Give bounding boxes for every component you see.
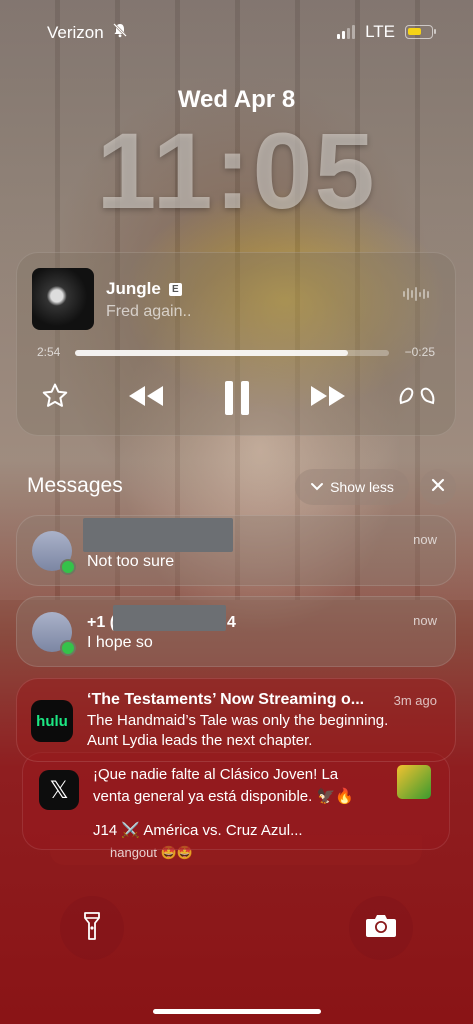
home-indicator[interactable] bbox=[153, 1009, 321, 1014]
close-icon bbox=[431, 478, 445, 497]
rewind-icon[interactable] bbox=[125, 381, 167, 416]
waveform-icon bbox=[403, 287, 429, 301]
clear-group-button[interactable] bbox=[420, 469, 456, 505]
signal-icon bbox=[337, 25, 356, 39]
avatar bbox=[32, 531, 76, 575]
chevron-down-icon bbox=[310, 479, 324, 495]
hulu-title: ‘The Testaments’ Now Streaming o... bbox=[87, 691, 365, 708]
x-app-icon: 𝕏 bbox=[39, 770, 79, 810]
notification-group-title: Messages bbox=[27, 474, 123, 497]
network-label: LTE bbox=[365, 22, 395, 41]
message-notification[interactable]: Not too sure now bbox=[16, 515, 456, 586]
message-time: now bbox=[413, 532, 437, 547]
hulu-time: 3m ago bbox=[393, 693, 437, 708]
hulu-body-line2: Aunt Lydia leads the next chapter. bbox=[87, 732, 313, 749]
pause-icon[interactable] bbox=[221, 381, 253, 420]
artist-name: Fred again.. bbox=[106, 303, 192, 320]
airpods-icon[interactable] bbox=[397, 381, 437, 416]
x-notification[interactable]: 𝕏 ¡Que nadie falte al Clásico Joven! La … bbox=[22, 752, 450, 850]
song-title: Jungle bbox=[106, 279, 161, 298]
elapsed-time: 2:54 bbox=[37, 345, 61, 359]
camera-button[interactable] bbox=[349, 896, 413, 960]
hulu-body-line1: The Handmaid’s Tale was only the beginni… bbox=[87, 712, 389, 729]
carrier-label: Verizon bbox=[47, 22, 104, 42]
x-thumbnail bbox=[397, 765, 431, 799]
explicit-badge: E bbox=[168, 282, 182, 296]
show-less-label: Show less bbox=[330, 479, 394, 495]
avatar bbox=[32, 612, 76, 656]
flashlight-icon bbox=[83, 911, 101, 946]
redacted-sender bbox=[113, 605, 226, 631]
battery-icon bbox=[405, 25, 436, 39]
show-less-button[interactable]: Show less bbox=[295, 469, 409, 505]
status-right: LTE bbox=[337, 22, 436, 42]
progress-fill bbox=[75, 350, 349, 356]
hulu-app-icon: hulu bbox=[31, 700, 73, 742]
camera-icon bbox=[365, 913, 397, 944]
flashlight-button[interactable] bbox=[60, 896, 124, 960]
message-body: Not too sure bbox=[87, 553, 175, 570]
message-sender: +1 ( bbox=[87, 614, 116, 631]
x-body-line3: J14 ⚔️ América vs. Cruz Azul... bbox=[93, 822, 303, 839]
album-art[interactable] bbox=[32, 268, 94, 330]
hulu-notification[interactable]: hulu ‘The Testaments’ Now Streaming o...… bbox=[16, 678, 456, 762]
x-body-line1: ¡Que nadie falte al Clásico Joven! La bbox=[93, 766, 339, 783]
song-title-row: Jungle E bbox=[106, 279, 182, 299]
x-body-line2: venta general ya está disponible. 🦅🔥 bbox=[93, 788, 354, 805]
fast-forward-icon[interactable] bbox=[307, 381, 349, 416]
messages-app-badge bbox=[60, 640, 76, 656]
star-icon[interactable] bbox=[40, 381, 70, 416]
redacted-sender bbox=[83, 518, 233, 552]
message-body: I hope so bbox=[87, 634, 153, 651]
remaining-time: −0:25 bbox=[404, 345, 435, 359]
lockscreen-time: 11:05 bbox=[96, 110, 377, 231]
bell-slash-icon bbox=[112, 22, 128, 43]
now-playing-widget[interactable]: Jungle E Fred again.. 2:54 −0:25 bbox=[16, 252, 456, 436]
status-bar: Verizon LTE bbox=[0, 22, 473, 46]
message-notification[interactable]: +1 ( 4 I hope so now bbox=[16, 596, 456, 667]
message-sender-suffix: 4 bbox=[227, 614, 236, 631]
progress-scrubber[interactable] bbox=[75, 350, 389, 356]
messages-app-badge bbox=[60, 559, 76, 575]
message-time: now bbox=[413, 613, 437, 628]
carrier: Verizon bbox=[47, 22, 128, 43]
